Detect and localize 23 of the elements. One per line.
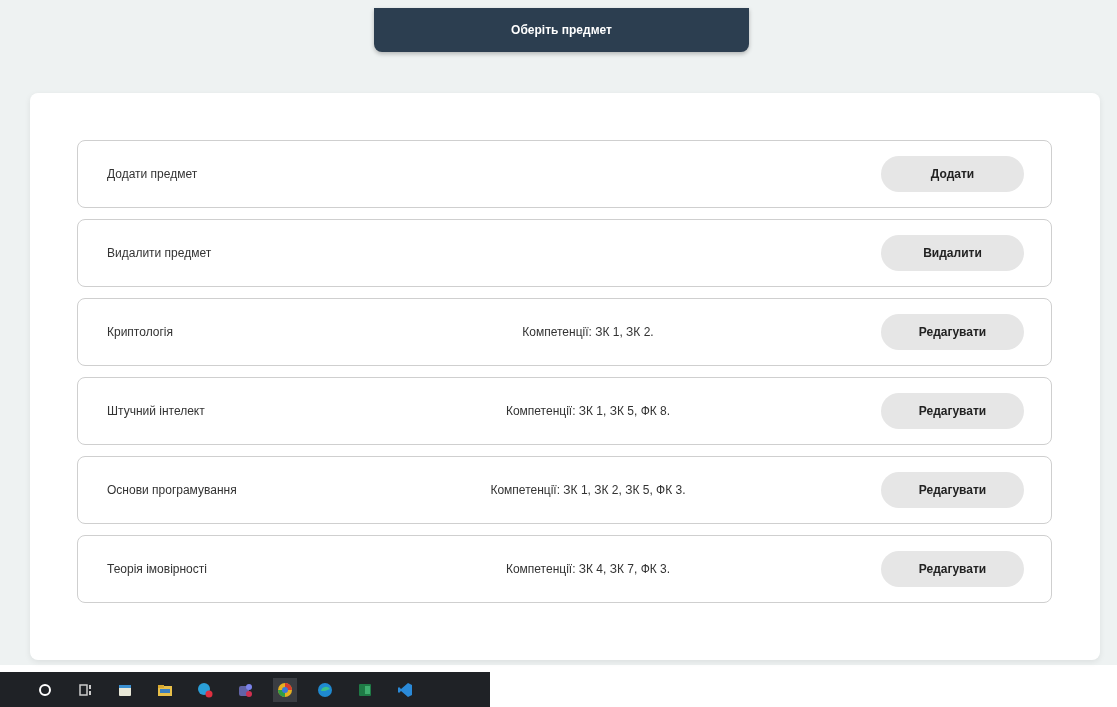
- competencies-text: Компетенції: ЗК 1, ЗК 2.: [522, 325, 654, 339]
- subject-name: Криптологія: [107, 325, 174, 339]
- subject-name: Додати предмет: [107, 167, 199, 181]
- competencies-text: Компетенції: ЗК 1, ЗК 2, ЗК 5, ФК 3.: [490, 483, 686, 497]
- competencies-text: Компетенції: ЗК 1, ЗК 5, ФК 8.: [505, 404, 671, 418]
- search-icon[interactable]: [37, 681, 53, 698]
- action-button[interactable]: Редагувати: [881, 551, 1024, 587]
- browser-icon[interactable]: [273, 677, 297, 702]
- task-view-icon[interactable]: [77, 681, 93, 698]
- action-button[interactable]: Редагувати: [881, 393, 1024, 429]
- action-button[interactable]: Редагувати: [881, 472, 1024, 508]
- action-button[interactable]: Додати: [881, 156, 1024, 192]
- header-title: Оберіть предмет: [511, 23, 612, 37]
- subject-name: Штучний інтелект: [107, 404, 206, 418]
- subject-name: Теорія імовірності: [107, 562, 208, 576]
- action-button[interactable]: Видалити: [881, 235, 1024, 271]
- action-button[interactable]: Редагувати: [881, 314, 1024, 350]
- spreadsheet-icon[interactable]: [357, 681, 373, 698]
- app-icon[interactable]: [197, 681, 213, 698]
- code-editor-icon[interactable]: [397, 681, 413, 698]
- subject-name: Видалити предмет: [107, 246, 213, 260]
- subject-name: Основи програмування: [107, 483, 238, 497]
- competencies-text: Компетенції: ЗК 4, ЗК 7, ФК 3.: [505, 562, 671, 576]
